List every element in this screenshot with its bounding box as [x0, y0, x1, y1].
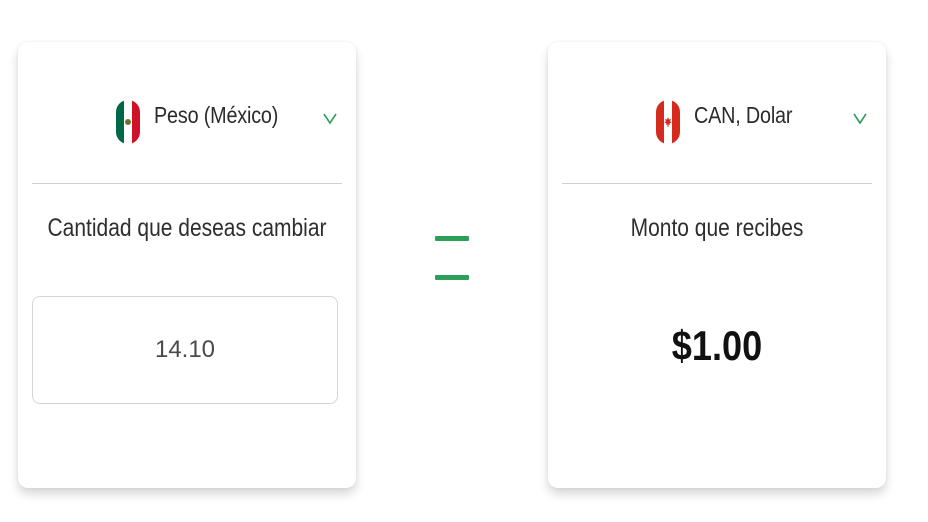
target-currency-dropdown[interactable]: CAN, Dolar	[562, 82, 872, 158]
amount-received-label: Monto que recibes	[630, 214, 804, 242]
canada-flag-icon	[656, 100, 680, 144]
source-currency-name: Peso (México)	[154, 102, 279, 128]
chevron-down-icon	[853, 113, 867, 125]
amount-input[interactable]	[32, 296, 338, 404]
amount-to-exchange-label: Cantidad que deseas cambiar	[47, 214, 327, 242]
equals-icon	[435, 236, 469, 282]
chevron-down-icon	[323, 113, 337, 125]
target-currency-card: CAN, Dolar Monto que recibes $1.00	[548, 42, 886, 488]
divider	[562, 183, 872, 184]
mexico-flag-icon	[116, 100, 140, 144]
divider	[32, 183, 342, 184]
received-amount: $1.00	[671, 322, 763, 369]
source-currency-card: Peso (México) Cantidad que deseas cambia…	[18, 42, 356, 488]
source-currency-dropdown[interactable]: Peso (México)	[32, 82, 342, 158]
currency-converter: Peso (México) Cantidad que deseas cambia…	[0, 0, 928, 522]
target-currency-name: CAN, Dolar	[694, 102, 793, 128]
